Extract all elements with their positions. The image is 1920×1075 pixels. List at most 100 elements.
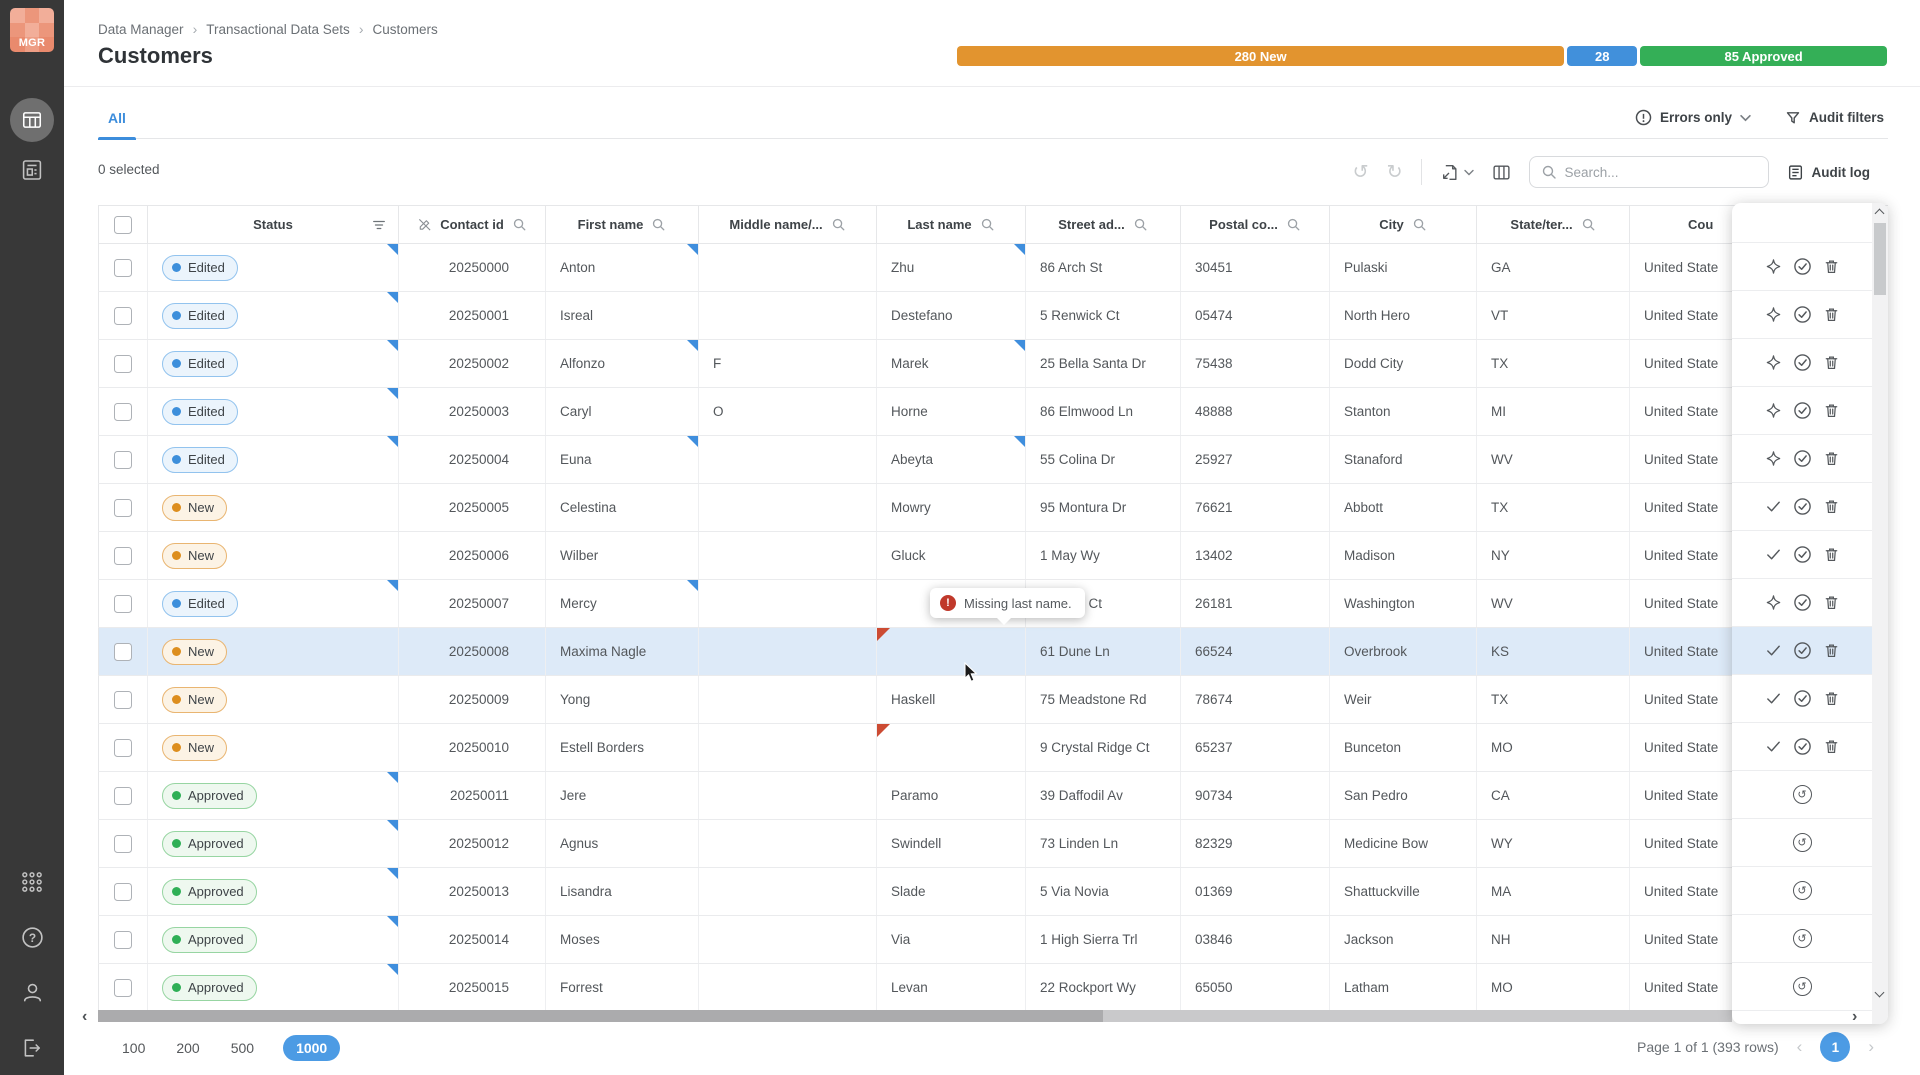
cell-state[interactable]: NY <box>1477 532 1630 580</box>
status-cell[interactable]: Edited <box>148 388 399 436</box>
cell-city[interactable]: Stanaford <box>1330 436 1477 484</box>
delete-icon[interactable] <box>1823 642 1840 659</box>
status-cell[interactable]: New <box>148 676 399 724</box>
cell-first[interactable]: Anton <box>546 244 699 292</box>
status-cell[interactable]: New <box>148 628 399 676</box>
cell-middle[interactable] <box>699 772 877 820</box>
cell-state[interactable]: TX <box>1477 340 1630 388</box>
cell-street[interactable]: 5 Via Novia <box>1026 868 1181 916</box>
cell-street[interactable]: 75 Meadstone Rd <box>1026 676 1181 724</box>
row-checkbox[interactable] <box>114 499 132 517</box>
cell-city[interactable]: Stanton <box>1330 388 1477 436</box>
delete-icon[interactable] <box>1823 306 1840 323</box>
column-header-id[interactable]: Contact id <box>399 206 546 244</box>
cell-city[interactable]: Overbrook <box>1330 628 1477 676</box>
cell-first[interactable]: Isreal <box>546 292 699 340</box>
sparkle-icon[interactable] <box>1765 402 1782 419</box>
row-checkbox[interactable] <box>114 835 132 853</box>
cell-first[interactable]: Euna <box>546 436 699 484</box>
row-checkbox[interactable] <box>114 307 132 325</box>
sidebar-item-apps[interactable] <box>0 870 64 894</box>
approve-icon[interactable] <box>1793 353 1812 372</box>
cell-city[interactable]: Abbott <box>1330 484 1477 532</box>
cell-street[interactable]: 73 Linden Ln <box>1026 820 1181 868</box>
current-page-button[interactable]: 1 <box>1820 1032 1850 1062</box>
cell-first[interactable]: Moses <box>546 916 699 964</box>
unapprove-icon[interactable]: ↺ <box>1793 833 1812 852</box>
status-cell[interactable]: Edited <box>148 292 399 340</box>
cell-postal[interactable]: 82329 <box>1181 820 1330 868</box>
cell-middle[interactable] <box>699 628 877 676</box>
approve-icon[interactable] <box>1793 305 1812 324</box>
vertical-scrollbar-thumb[interactable] <box>1874 223 1886 295</box>
approve-icon[interactable] <box>1793 401 1812 420</box>
cell-id[interactable]: 20250005 <box>399 484 546 532</box>
cell-id[interactable]: 20250012 <box>399 820 546 868</box>
cell-street[interactable]: 39 Daffodil Av <box>1026 772 1181 820</box>
cell-id[interactable]: 20250003 <box>399 388 546 436</box>
cell-postal[interactable]: 48888 <box>1181 388 1330 436</box>
column-header-postal[interactable]: Postal co... <box>1181 206 1330 244</box>
horizontal-scrollbar[interactable] <box>98 1010 1732 1022</box>
cell-id[interactable]: 20250000 <box>399 244 546 292</box>
scroll-left-icon[interactable]: ‹ <box>82 1008 87 1026</box>
sparkle-icon[interactable] <box>1765 354 1782 371</box>
cell-last[interactable]: Destefano <box>877 292 1026 340</box>
status-cell[interactable]: Approved <box>148 772 399 820</box>
status-cell[interactable]: New <box>148 724 399 772</box>
cell-state[interactable]: TX <box>1477 484 1630 532</box>
cell-id[interactable]: 20250007 <box>399 580 546 628</box>
sidebar-item-records[interactable] <box>0 158 64 182</box>
delete-icon[interactable] <box>1823 354 1840 371</box>
cell-middle[interactable] <box>699 436 877 484</box>
cell-last[interactable]: Marek <box>877 340 1026 388</box>
approve-icon[interactable] <box>1793 641 1812 660</box>
check-icon[interactable] <box>1765 738 1782 755</box>
cell-city[interactable]: Shattuckville <box>1330 868 1477 916</box>
cell-state[interactable]: VT <box>1477 292 1630 340</box>
cell-first[interactable]: Estell Borders <box>546 724 699 772</box>
cell-postal[interactable]: 75438 <box>1181 340 1330 388</box>
cell-postal[interactable]: 76621 <box>1181 484 1330 532</box>
cell-id[interactable]: 20250015 <box>399 964 546 1012</box>
row-checkbox[interactable] <box>114 979 132 997</box>
cell-street[interactable]: 86 Arch St <box>1026 244 1181 292</box>
cell-street[interactable]: 1 High Sierra Trl <box>1026 916 1181 964</box>
row-checkbox[interactable] <box>114 931 132 949</box>
cell-postal[interactable]: 13402 <box>1181 532 1330 580</box>
unapprove-icon[interactable]: ↺ <box>1793 785 1812 804</box>
cell-last[interactable] <box>877 628 1026 676</box>
cell-first[interactable]: Celestina <box>546 484 699 532</box>
cell-middle[interactable] <box>699 244 877 292</box>
cell-first[interactable]: Wilber <box>546 532 699 580</box>
scroll-up-icon[interactable] <box>1875 209 1885 219</box>
row-checkbox[interactable] <box>114 259 132 277</box>
cell-state[interactable]: MI <box>1477 388 1630 436</box>
unapprove-icon[interactable]: ↺ <box>1793 977 1812 996</box>
cell-first[interactable]: Jere <box>546 772 699 820</box>
cell-street[interactable]: 5 Renwick Ct <box>1026 292 1181 340</box>
status-cell[interactable]: Approved <box>148 964 399 1012</box>
breadcrumb-item[interactable]: Data Manager <box>98 22 184 37</box>
cell-state[interactable]: CA <box>1477 772 1630 820</box>
export-button[interactable] <box>1440 163 1474 182</box>
cell-last[interactable]: Slade <box>877 868 1026 916</box>
unapprove-icon[interactable]: ↺ <box>1793 881 1812 900</box>
cell-postal[interactable]: 05474 <box>1181 292 1330 340</box>
cell-state[interactable]: MA <box>1477 868 1630 916</box>
sparkle-icon[interactable] <box>1765 258 1782 275</box>
delete-icon[interactable] <box>1823 738 1840 755</box>
cell-id[interactable]: 20250004 <box>399 436 546 484</box>
status-cell[interactable]: Edited <box>148 436 399 484</box>
search-icon[interactable] <box>1581 217 1596 232</box>
cell-city[interactable]: Pulaski <box>1330 244 1477 292</box>
cell-city[interactable]: Weir <box>1330 676 1477 724</box>
cell-postal[interactable]: 65237 <box>1181 724 1330 772</box>
cell-city[interactable]: Bunceton <box>1330 724 1477 772</box>
cell-first[interactable]: Caryl <box>546 388 699 436</box>
cell-street[interactable]: 61 Dune Ln <box>1026 628 1181 676</box>
delete-icon[interactable] <box>1823 258 1840 275</box>
column-header-sel[interactable] <box>99 206 148 244</box>
status-cell[interactable]: Edited <box>148 340 399 388</box>
cell-street[interactable]: 1 May Wy <box>1026 532 1181 580</box>
